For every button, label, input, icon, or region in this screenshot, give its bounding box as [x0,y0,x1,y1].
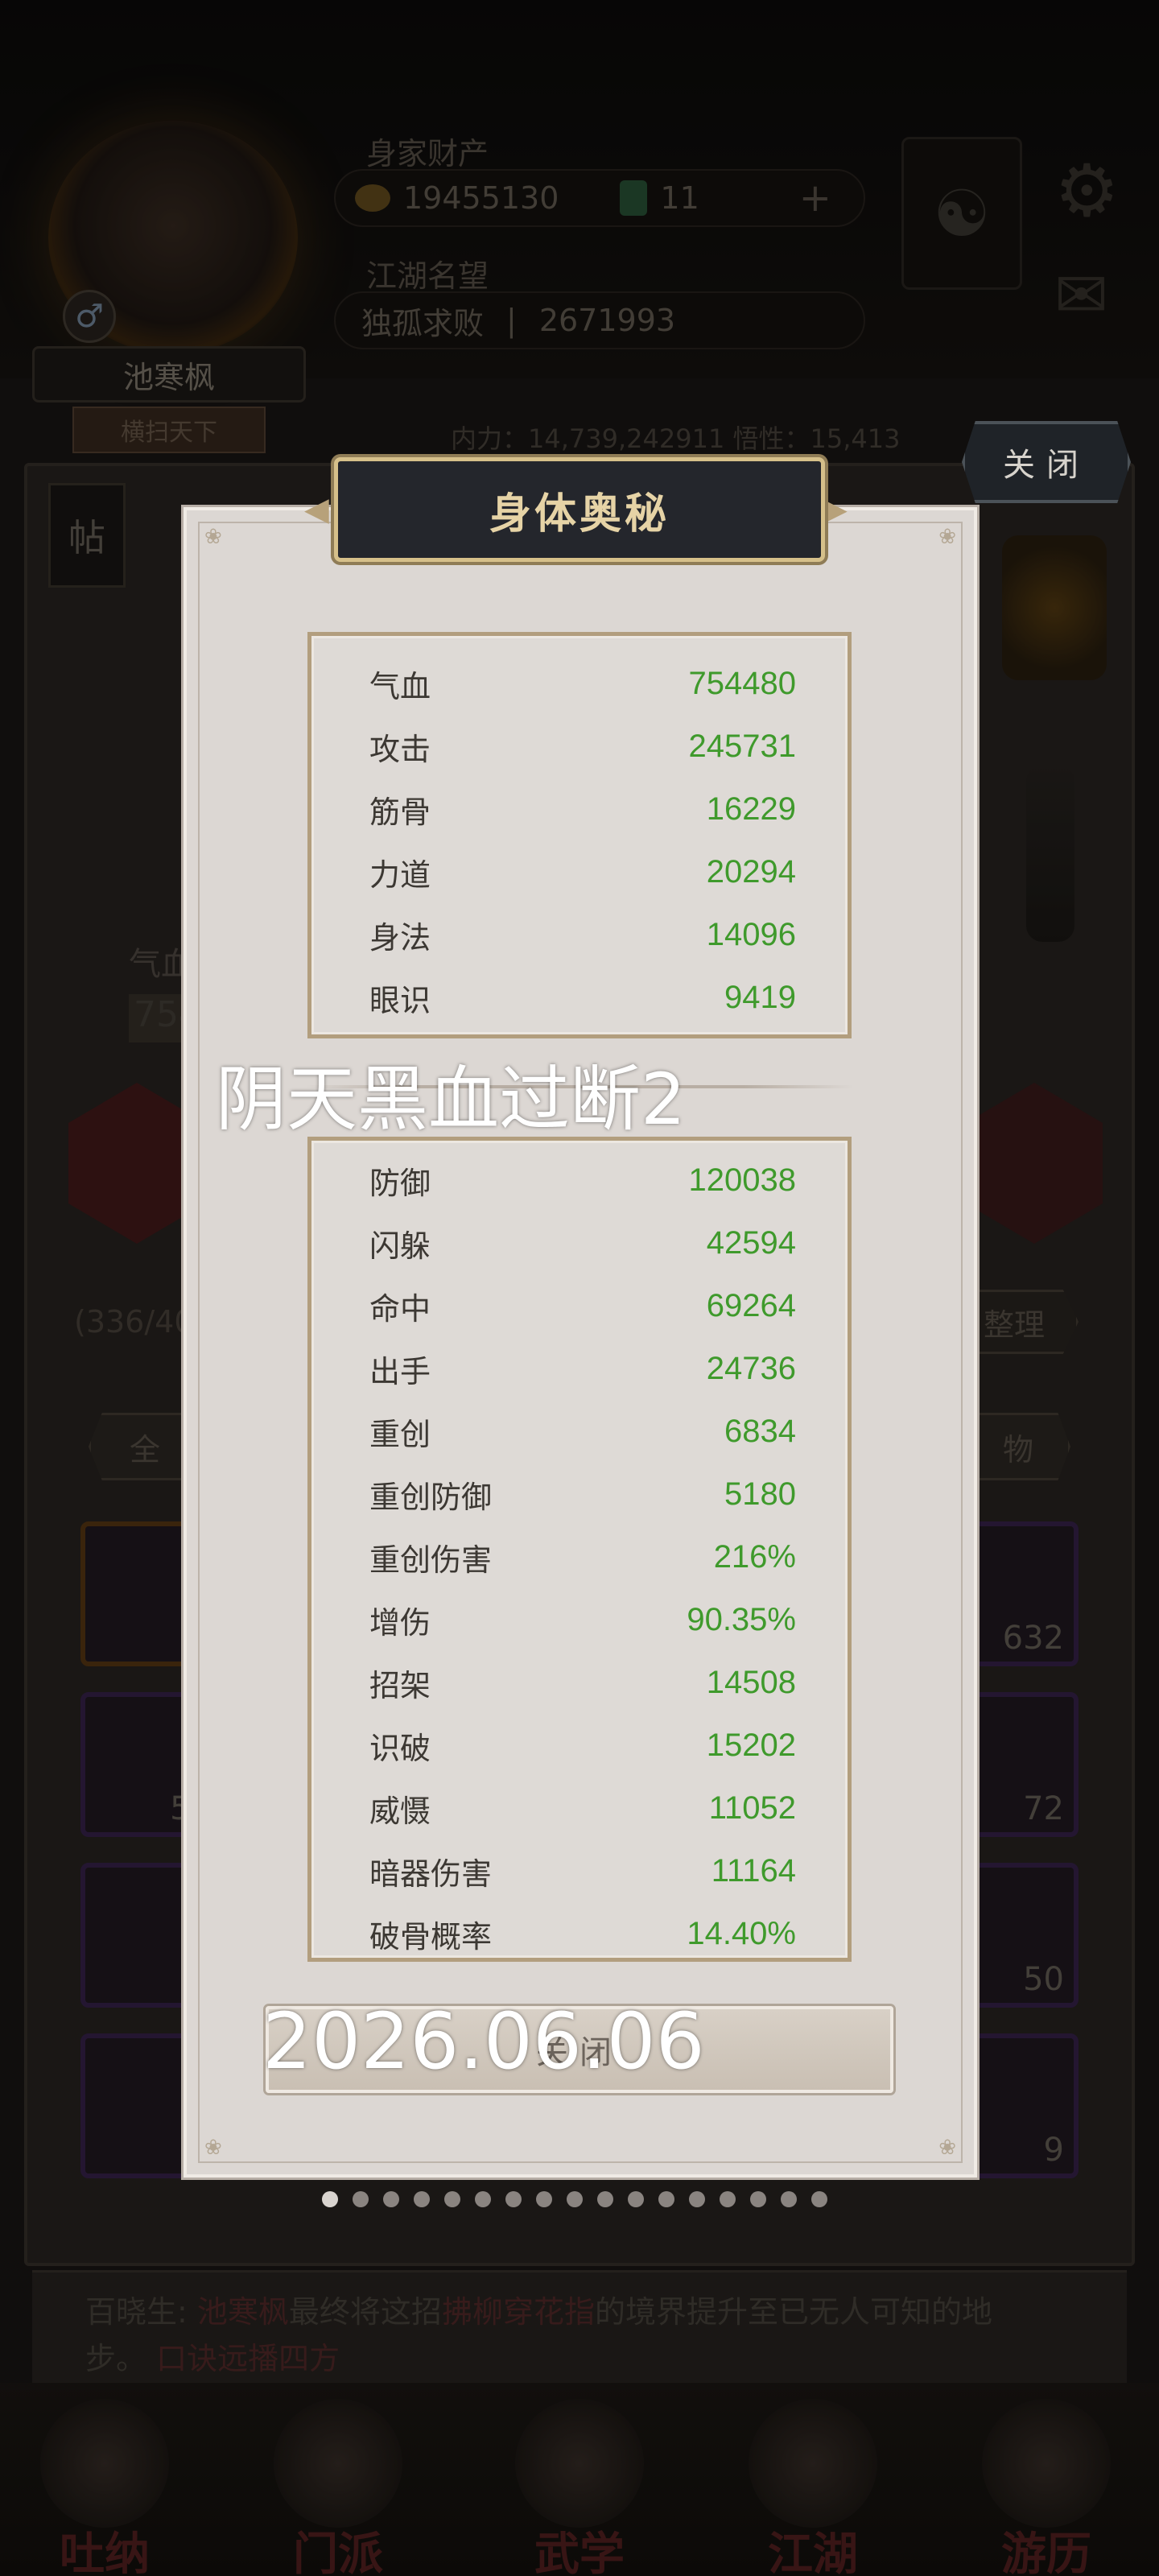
stat-row: 力道 20294 [369,840,796,903]
page-dot [689,2191,705,2207]
stat-value: 20294 [706,853,796,890]
stat-row: 重创 6834 [369,1400,796,1463]
modal-title: 身体奥秘 [334,457,825,562]
corner-ornament-icon: ❀ [938,2136,956,2160]
stat-value: 11052 [708,1790,796,1826]
stat-row: 暗器伤害 11164 [369,1839,796,1902]
primary-stats-panel: 气血 754480 攻击 245731 筋骨 16229 力道 20294 身法 1409… [307,632,852,1038]
stat-name: 增伤 [369,1604,431,1641]
stat-name: 筋骨 [369,794,431,830]
stat-value: 14096 [706,916,796,952]
stat-row: 命中 69264 [369,1274,796,1337]
page-dot [597,2191,613,2207]
stat-name: 力道 [369,857,431,893]
page-indicator [322,2191,827,2207]
stat-row: 闪躲 42594 [369,1212,796,1274]
stat-row: 重创伤害 216% [369,1525,796,1588]
stat-value: 69264 [706,1287,796,1323]
corner-ornament-icon: ❀ [204,525,222,549]
page-dot [567,2191,583,2207]
stat-name: 眼识 [369,982,431,1018]
stat-row: 筋骨 16229 [369,778,796,840]
stat-value: 90.35% [687,1601,796,1637]
page-dot [475,2191,491,2207]
overlay-caption-top: 阴天黑血过断2 [216,1058,686,1141]
stat-value: 11164 [711,1852,796,1889]
stat-name: 气血 [369,668,431,704]
stat-name: 出手 [369,1353,431,1389]
stat-row: 招架 14508 [369,1651,796,1714]
stat-value: 42594 [706,1224,796,1261]
stat-name: 重创 [369,1416,431,1452]
stat-name: 重创伤害 [369,1542,493,1578]
stat-row: 防御 120038 [369,1149,796,1212]
page-dot [536,2191,552,2207]
page-dot [414,2191,430,2207]
stat-row: 增伤 90.35% [369,1588,796,1651]
stat-name: 命中 [369,1290,431,1327]
stat-value: 15202 [706,1727,796,1763]
page-dot [720,2191,736,2207]
stat-name: 身法 [369,919,431,956]
stat-row: 识破 15202 [369,1714,796,1777]
stat-name: 攻击 [369,731,431,767]
title-wing-left-icon: ◀ [304,491,329,528]
stat-name: 招架 [369,1667,431,1703]
stat-name: 威慑 [369,1793,431,1829]
stat-row: 破骨概率 14.40% [369,1902,796,1958]
stat-row: 重创防御 5180 [369,1463,796,1525]
page-dot [322,2191,338,2207]
stat-value: 9419 [724,979,796,1015]
stat-name: 暗器伤害 [369,1856,493,1892]
corner-ornament-icon: ❀ [938,525,956,549]
stat-value: 245731 [688,728,796,764]
page-dot [781,2191,797,2207]
stat-row: 出手 24736 [369,1337,796,1400]
stat-value: 14508 [706,1664,796,1700]
stat-name: 防御 [369,1165,431,1201]
page-dot [811,2191,827,2207]
page-dot [353,2191,369,2207]
stat-value: 16229 [706,791,796,827]
corner-ornament-icon: ❀ [204,2136,222,2160]
page-dot [658,2191,674,2207]
stat-name: 识破 [369,1730,431,1766]
stat-value: 120038 [688,1162,796,1198]
stat-row: 身法 14096 [369,903,796,966]
page-dot [383,2191,399,2207]
stat-name: 闪躲 [369,1228,431,1264]
page-dot [628,2191,644,2207]
page-dot [505,2191,522,2207]
stat-row: 威慑 11052 [369,1777,796,1839]
stat-value: 6834 [724,1413,796,1449]
page-dot [750,2191,766,2207]
stat-row: 气血 754480 [369,652,796,715]
title-wing-right-icon: ▶ [823,491,848,528]
stat-value: 14.40% [687,1915,796,1951]
stat-name: 重创防御 [369,1479,493,1515]
stat-name: 破骨概率 [369,1918,493,1955]
stat-value: 24736 [706,1350,796,1386]
overlay-caption-date: 2026.06.06 [262,1996,705,2087]
close-button-top[interactable]: 关闭 [962,421,1131,503]
stat-row: 攻击 245731 [369,715,796,778]
page-dot [444,2191,460,2207]
stat-value: 754480 [688,665,796,701]
stat-row: 眼识 9419 [369,966,796,1029]
secondary-stats-list[interactable]: 防御 120038 闪躲 42594 命中 69264 出手 24736 重创 6834 … [307,1137,852,1962]
stat-value: 5180 [724,1476,796,1512]
stat-value: 216% [713,1538,796,1575]
